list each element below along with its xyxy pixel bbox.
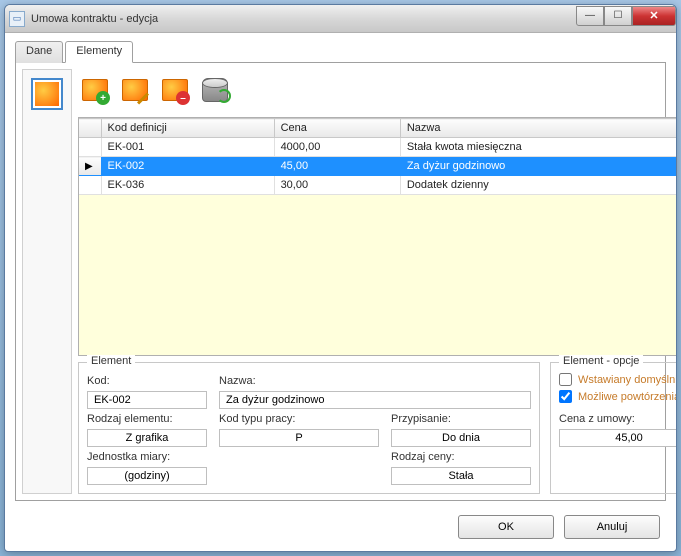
checkbox-powtorzenia-input[interactable] (559, 390, 572, 403)
tabstrip: Dane Elementy (15, 41, 666, 63)
client-area: Dane Elementy + (15, 41, 666, 501)
toolbar-refresh-button[interactable] (198, 73, 232, 107)
table-row[interactable]: ▶EK-00245,00Za dyżur godzinowo (79, 157, 677, 176)
label-rodzajceny: Rodzaj ceny: (391, 451, 531, 463)
tab-dane[interactable]: Dane (15, 41, 63, 63)
dialog-window: ▭ Umowa kontraktu - edycja — ☐ ✕ Dane El… (4, 4, 677, 552)
cell-cena[interactable]: 30,00 (274, 176, 400, 195)
toolbar: + – (78, 69, 677, 111)
col-rowheader[interactable] (79, 119, 101, 138)
table-row[interactable]: EK-0014000,00Stała kwota miesięczna (79, 138, 677, 157)
label-kodtypu: Kod typu pracy: (219, 413, 379, 425)
group-element-title: Element (87, 355, 135, 367)
toolbar-delete-button[interactable]: – (158, 73, 192, 107)
ok-button[interactable]: OK (458, 515, 554, 539)
maximize-button[interactable]: ☐ (604, 6, 632, 26)
row-marker (79, 138, 101, 157)
label-cena-umowy: Cena z umowy: (559, 413, 677, 425)
element-thumbnail[interactable] (31, 78, 63, 110)
checkbox-wstawiany[interactable]: Wstawiany domyślnie (559, 373, 677, 386)
database-icon (202, 78, 228, 102)
row-marker: ▶ (79, 157, 101, 176)
toolbar-add-button[interactable]: + (78, 73, 112, 107)
cell-kod[interactable]: EK-001 (101, 138, 274, 157)
minimize-button[interactable]: — (576, 6, 604, 26)
col-cena[interactable]: Cena (274, 119, 400, 138)
form-row: Element Kod: Nazwa: EK-002 Za dyżur godz… (78, 362, 677, 494)
cell-kod[interactable]: EK-002 (101, 157, 274, 176)
refresh-arrow-icon (217, 89, 231, 103)
label-nazwa: Nazwa: (219, 375, 379, 387)
checkbox-powtorzenia[interactable]: Możliwe powtórzenia (559, 390, 677, 403)
cell-nazwa[interactable]: Stała kwota miesięczna (400, 138, 677, 157)
group-element: Element Kod: Nazwa: EK-002 Za dyżur godz… (78, 362, 540, 494)
grid[interactable]: Kod definicji Cena Nazwa EK-0014000,00St… (78, 117, 677, 356)
cell-nazwa[interactable]: Za dyżur godzinowo (400, 157, 677, 176)
elements-table[interactable]: Kod definicji Cena Nazwa EK-0014000,00St… (79, 118, 677, 195)
field-przypis: Do dnia (391, 429, 531, 447)
minus-icon: – (176, 91, 190, 105)
checkbox-wstawiany-input[interactable] (559, 373, 572, 386)
dialog-buttons: OK Anuluj (458, 515, 660, 539)
field-jedn: (godziny) (87, 467, 207, 485)
app-icon: ▭ (9, 11, 25, 27)
group-opcje-title: Element - opcje (559, 355, 643, 367)
cell-nazwa[interactable]: Dodatek dzienny (400, 176, 677, 195)
cell-cena[interactable]: 45,00 (274, 157, 400, 176)
plus-icon: + (96, 91, 110, 105)
window-title: Umowa kontraktu - edycja (31, 13, 158, 25)
row-marker (79, 176, 101, 195)
label-przypis: Przypisanie: (391, 413, 531, 425)
pencil-icon (136, 91, 150, 105)
anuluj-button[interactable]: Anuluj (564, 515, 660, 539)
checkbox-powtorzenia-label: Możliwe powtórzenia (578, 391, 677, 403)
field-kodtypu: P (219, 429, 379, 447)
field-rodzaj: Z grafika (87, 429, 207, 447)
field-cena-umowy[interactable]: 45,00 (559, 429, 677, 447)
col-nazwa[interactable]: Nazwa (400, 119, 677, 138)
field-nazwa[interactable]: Za dyżur godzinowo (219, 391, 531, 409)
cell-kod[interactable]: EK-036 (101, 176, 274, 195)
group-opcje: Element - opcje Wstawiany domyślnie Możl… (550, 362, 677, 494)
col-kod[interactable]: Kod definicji (101, 119, 274, 138)
right-pane: + – (78, 69, 677, 494)
left-thumbnail-strip (22, 69, 72, 494)
table-row[interactable]: EK-03630,00Dodatek dzienny (79, 176, 677, 195)
tab-body: + – (15, 62, 666, 501)
close-button[interactable]: ✕ (632, 6, 676, 26)
tab-elementy[interactable]: Elementy (65, 41, 133, 63)
cell-cena[interactable]: 4000,00 (274, 138, 400, 157)
toolbar-edit-button[interactable] (118, 73, 152, 107)
checkbox-wstawiany-label: Wstawiany domyślnie (578, 374, 677, 386)
label-kod: Kod: (87, 375, 207, 387)
field-kod[interactable]: EK-002 (87, 391, 207, 409)
field-rodzajceny: Stała (391, 467, 531, 485)
label-rodzaj: Rodzaj elementu: (87, 413, 207, 425)
titlebar[interactable]: ▭ Umowa kontraktu - edycja — ☐ ✕ (5, 5, 676, 33)
label-jedn: Jednostka miary: (87, 451, 207, 463)
